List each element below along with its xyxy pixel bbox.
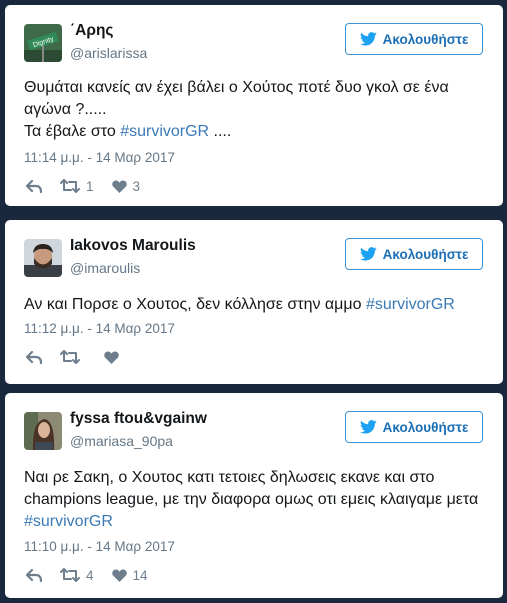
reply-icon (26, 568, 42, 582)
tweet-text: Θυμάται κανείς αν έχει βάλει ο Χούτος πο… (24, 77, 481, 143)
tweet-card: Iakovos Maroulis @imaroulis Ακολουθήστε … (5, 220, 503, 384)
like-count: 3 (132, 178, 141, 194)
tweet-text-line: Τα έβαλε στο (24, 123, 121, 140)
follow-label: Ακολουθήστε (382, 246, 469, 262)
tweet-card: fyssa ftou&vgainw @mariasa_90pa Ακολουθή… (5, 393, 503, 598)
tweet-timestamp[interactable]: 11:10 μ.μ. - 14 Μαρ 2017 (24, 539, 175, 554)
tweet-actions (26, 348, 143, 366)
user-handle[interactable]: @arislarissa (70, 45, 147, 61)
retweet-icon (60, 179, 80, 193)
avatar[interactable]: Dignity (24, 24, 62, 62)
tweet-text: Αν και Πορσε ο Χουτος, δεν κόλλησε στην … (24, 294, 481, 316)
tweet-timestamp[interactable]: 11:14 μ.μ. - 14 Μαρ 2017 (24, 150, 175, 165)
twitter-bird-icon (359, 32, 377, 46)
retweet-icon (60, 568, 80, 582)
user-display-name[interactable]: Iakovos Maroulis (70, 237, 196, 255)
like-count: 14 (132, 567, 148, 583)
reply-icon (26, 179, 42, 193)
retweet-button[interactable]: 1 (60, 179, 94, 194)
reply-button[interactable] (26, 568, 42, 582)
twitter-bird-icon (359, 247, 377, 261)
follow-button[interactable]: Ακολουθήστε (345, 23, 483, 55)
retweet-count: 4 (86, 567, 94, 583)
retweet-icon (60, 350, 80, 364)
heart-icon (111, 180, 127, 193)
tweet-card: Dignity ΄Αρης @arislarissa Ακολουθήστε Θ… (5, 5, 503, 206)
avatar[interactable] (24, 412, 62, 450)
heart-icon (111, 569, 127, 582)
follow-label: Ακολουθήστε (382, 419, 469, 435)
tweet-text: Ναι ρε Σακη, ο Χουτος κατι τετοιες δηλωσ… (24, 467, 481, 533)
tweet-actions: 4 14 (26, 566, 166, 584)
follow-label: Ακολουθήστε (382, 31, 469, 47)
follow-button[interactable]: Ακολουθήστε (345, 238, 483, 270)
user-handle[interactable]: @mariasa_90pa (70, 433, 173, 449)
twitter-bird-icon (359, 420, 377, 434)
avatar[interactable] (24, 239, 62, 277)
reply-button[interactable] (26, 179, 42, 193)
user-display-name[interactable]: ΄Αρης (70, 22, 113, 40)
like-button[interactable] (104, 351, 125, 364)
like-button[interactable]: 14 (111, 567, 148, 583)
follow-button[interactable]: Ακολουθήστε (345, 411, 483, 443)
retweet-count: 1 (86, 178, 94, 194)
hashtag-link[interactable]: #survivorGR (24, 513, 113, 530)
tweet-actions: 1 3 (26, 177, 158, 195)
hashtag-link[interactable]: #survivorGR (366, 296, 455, 313)
like-button[interactable]: 3 (111, 178, 141, 194)
tweet-text-line: Θυμάται κανείς αν έχει βάλει ο Χούτος πο… (24, 79, 449, 118)
tweet-text-line: Αν και Πορσε ο Χουτος, δεν κόλλησε στην … (24, 296, 366, 313)
tweet-text-suffix: .... (209, 123, 232, 140)
user-display-name[interactable]: fyssa ftou&vgainw (70, 410, 207, 428)
hashtag-link[interactable]: #survivorGR (120, 123, 209, 140)
tweet-timestamp[interactable]: 11:12 μ.μ. - 14 Μαρ 2017 (24, 321, 175, 336)
reply-icon (26, 350, 42, 364)
retweet-button[interactable] (60, 350, 86, 364)
reply-button[interactable] (26, 350, 42, 364)
retweet-button[interactable]: 4 (60, 568, 94, 583)
tweet-text-line: Ναι ρε Σακη, ο Χουτος κατι τετοιες δηλωσ… (24, 469, 479, 508)
heart-icon (104, 351, 119, 364)
user-handle[interactable]: @imaroulis (70, 260, 140, 276)
